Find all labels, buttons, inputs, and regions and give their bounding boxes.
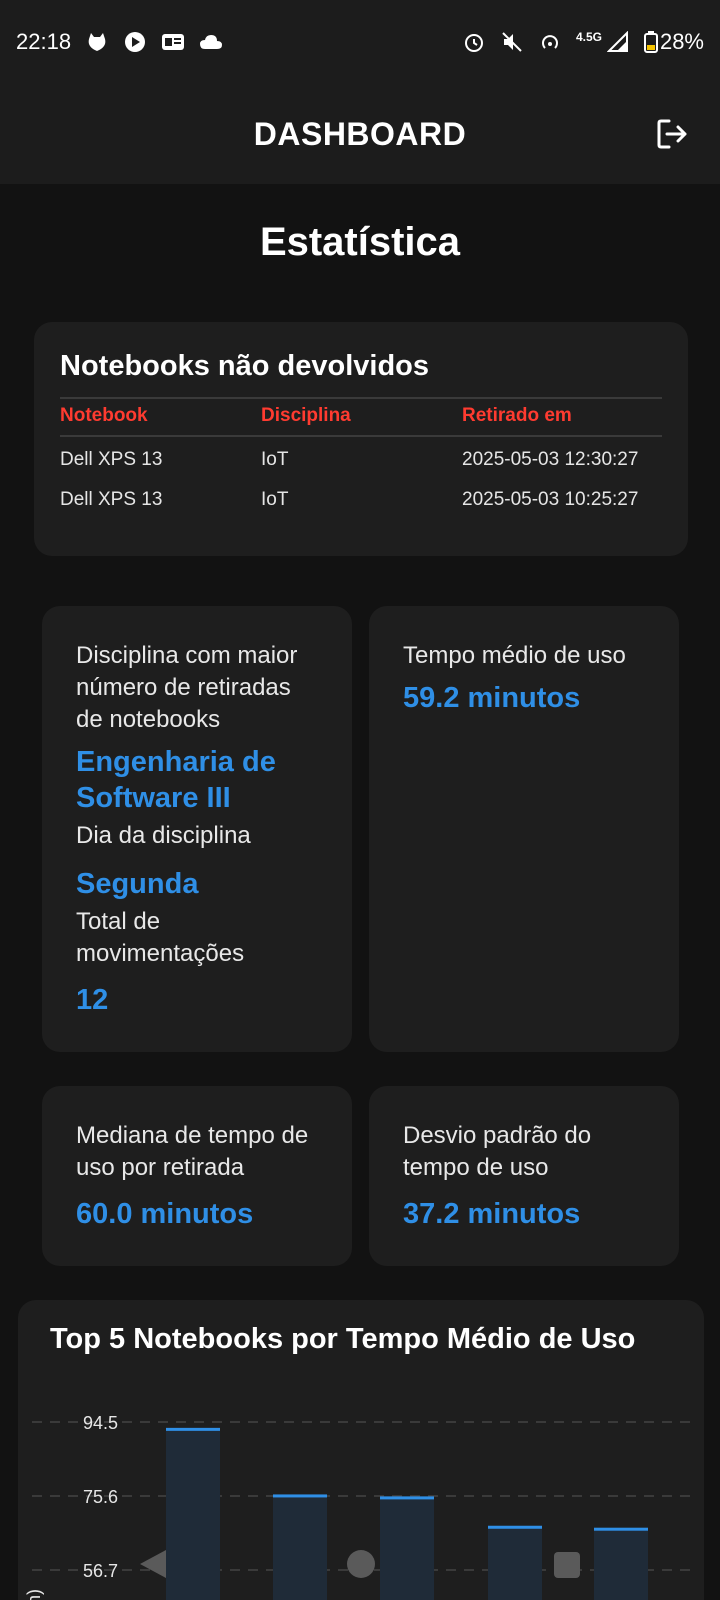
- app-title: DASHBOARD: [253, 115, 467, 152]
- total-value: 12: [76, 984, 109, 1016]
- cell-notebook: Dell XPS 13: [60, 489, 163, 510]
- median-time-label: Mediana de tempo de uso por retirada: [76, 1122, 309, 1181]
- avg-time-value: 59.2 minutos: [403, 682, 581, 714]
- table-header-row: Notebook Disciplina Retirado em: [60, 397, 662, 437]
- cell-discipline: IoT: [261, 489, 289, 510]
- top-discipline-card: Disciplina com maior número de retiradas…: [42, 606, 352, 1052]
- y-tick-label: 94.5: [83, 1413, 118, 1433]
- status-bar: 22:18 4.5G 28%: [0, 0, 720, 84]
- total-label: Total de movimentações: [76, 908, 245, 967]
- bar-top: [488, 1525, 542, 1529]
- logout-button[interactable]: [654, 116, 690, 152]
- avg-time-label: Tempo médio de uso: [403, 642, 626, 669]
- cell-withdrawn-at: 2025-05-03 12:30:27: [462, 449, 639, 470]
- table-row: Dell XPS 13 IoT 2025-05-03 12:30:27: [60, 436, 662, 477]
- battery-icon: [643, 30, 658, 54]
- cell-notebook: Dell XPS 13: [60, 449, 163, 470]
- network-type: 4.5G: [575, 30, 602, 44]
- cat-icon: [85, 30, 109, 54]
- unreturned-title: Notebooks não devolvidos: [60, 350, 429, 382]
- table-row: Dell XPS 13 IoT 2025-05-03 10:25:27: [60, 477, 662, 517]
- cloud-icon: [199, 30, 223, 54]
- std-dev-label: Desvio padrão do tempo de uso: [403, 1122, 592, 1181]
- status-left: 22:18: [16, 29, 223, 55]
- bar-top: [594, 1527, 648, 1531]
- y-tick-label: 56.7: [83, 1561, 118, 1581]
- news-icon: [161, 30, 185, 54]
- page-heading: Estatística: [259, 220, 461, 264]
- battery-level: 28%: [659, 29, 704, 54]
- y-axis-label: (min): [24, 1589, 44, 1600]
- header-discipline: Disciplina: [261, 397, 462, 437]
- status-right: 4.5G 28%: [462, 29, 704, 55]
- app-bar: DASHBOARD: [0, 84, 720, 184]
- unreturned-notebooks-card: Notebooks não devolvidos Notebook Discip…: [34, 322, 688, 556]
- bar: [594, 1527, 648, 1600]
- std-dev-card: Desvio padrão do tempo de uso 37.2 minut…: [369, 1086, 679, 1266]
- signal-icon: [606, 30, 630, 54]
- top-discipline-value: Engenharia de Software III: [76, 746, 276, 814]
- header-notebook: Notebook: [60, 397, 261, 437]
- y-tick-label: 75.6: [83, 1487, 118, 1507]
- avg-time-card: Tempo médio de uso 59.2 minutos: [369, 606, 679, 1052]
- cell-discipline: IoT: [261, 449, 289, 470]
- cell-withdrawn-at: 2025-05-03 10:25:27: [462, 489, 639, 510]
- mute-icon: [500, 30, 524, 54]
- bar: [488, 1525, 542, 1600]
- chart-title: Top 5 Notebooks por Tempo Médio de Uso: [50, 1323, 636, 1355]
- nav-recent-button[interactable]: [554, 1552, 580, 1578]
- bar: [380, 1496, 434, 1600]
- median-time-card: Mediana de tempo de uso por retirada 60.…: [42, 1086, 352, 1266]
- bar-top: [166, 1427, 220, 1431]
- alarm-icon: [462, 30, 486, 54]
- hotspot-icon: [538, 30, 562, 54]
- unreturned-table: Notebook Disciplina Retirado em Dell XPS…: [60, 397, 662, 517]
- std-dev-value: 37.2 minutos: [403, 1198, 581, 1230]
- day-label: Dia da disciplina: [76, 822, 251, 849]
- nav-home-button[interactable]: [347, 1550, 375, 1578]
- nav-back-button[interactable]: [140, 1550, 166, 1578]
- bar-top: [273, 1494, 327, 1498]
- top-discipline-label: Disciplina com maior número de retiradas…: [76, 642, 298, 733]
- bar: [166, 1427, 220, 1600]
- bar-top: [380, 1496, 434, 1500]
- bar: [273, 1494, 327, 1600]
- status-time: 22:18: [16, 29, 72, 54]
- logout-icon: [657, 119, 687, 149]
- play-icon: [123, 30, 147, 54]
- day-value: Segunda: [76, 868, 199, 900]
- header-withdrawn-at: Retirado em: [462, 397, 662, 437]
- median-time-value: 60.0 minutos: [76, 1198, 254, 1230]
